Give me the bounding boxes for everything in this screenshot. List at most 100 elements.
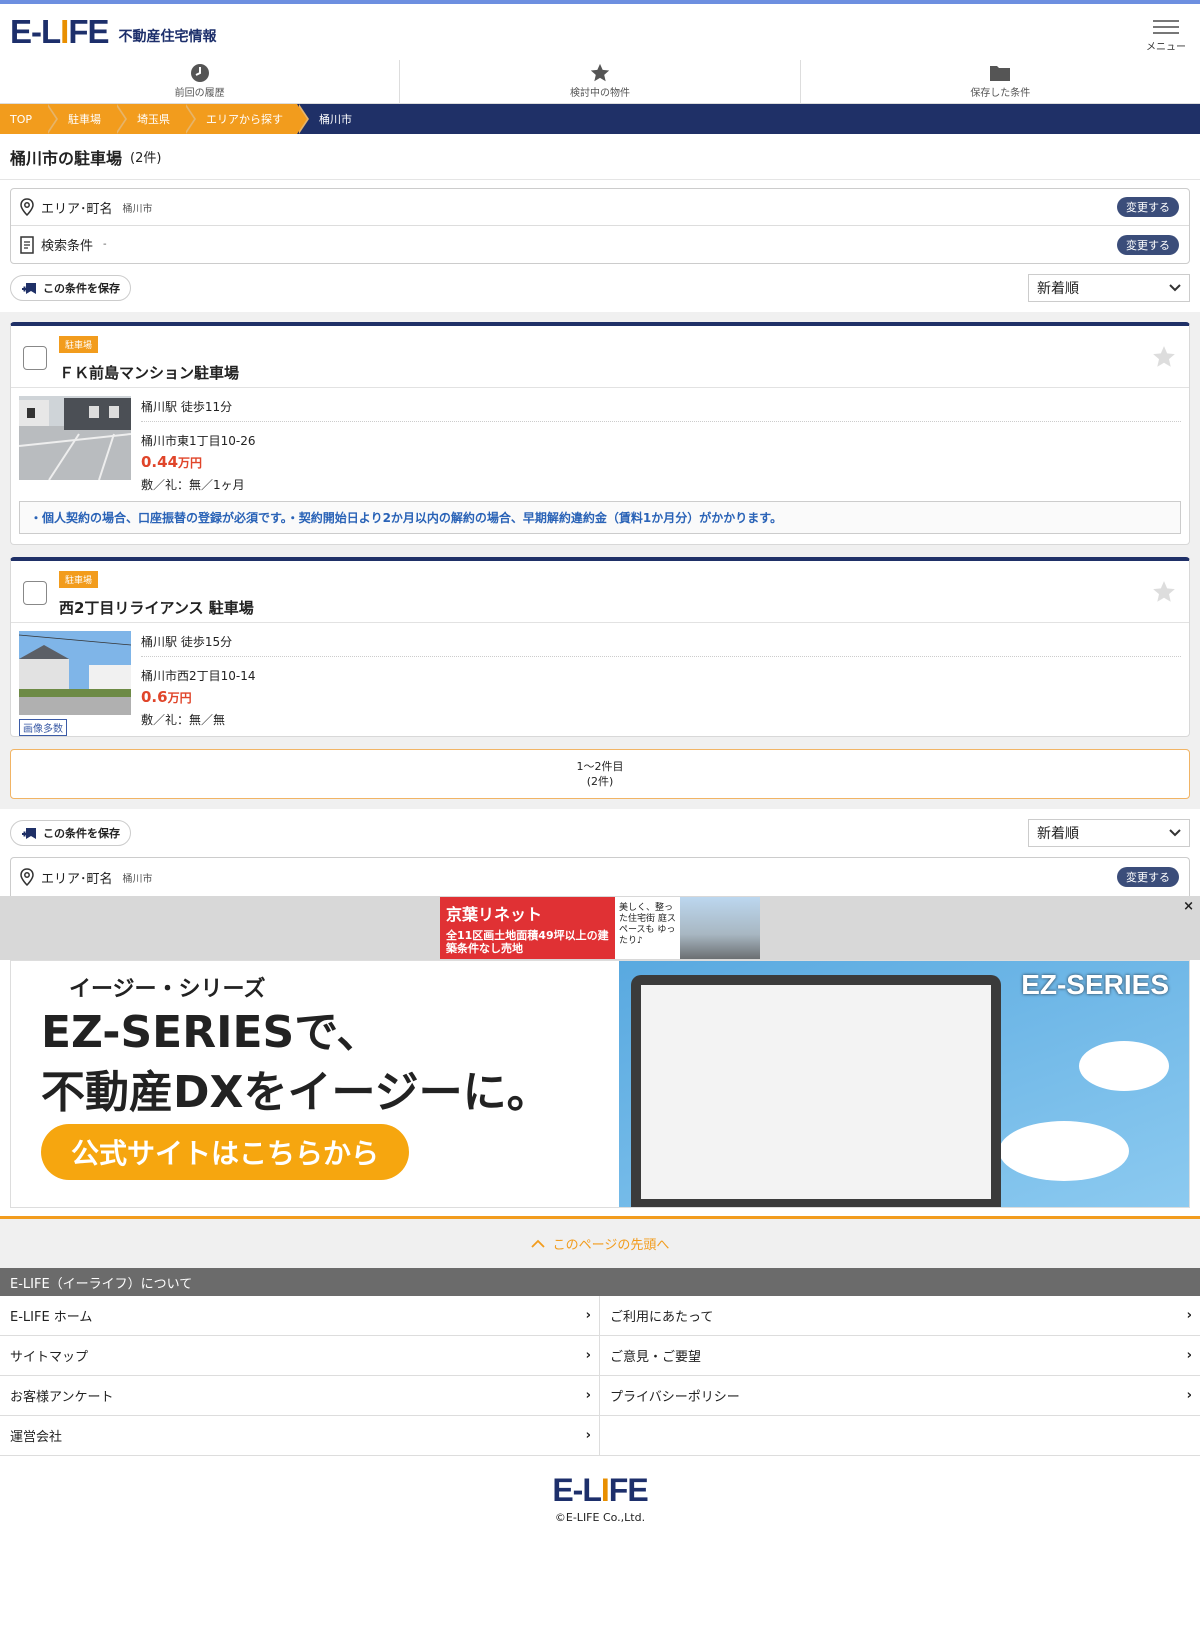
listing-photo[interactable] [19,631,131,715]
save-condition-button[interactable]: この条件を保存 [10,820,131,846]
quicknav-saved[interactable]: 保存した条件 [801,60,1200,103]
search-condition-label: 検索条件 [41,239,94,254]
sort-value: 新着順 [1037,826,1079,842]
listing-name[interactable]: 西2丁目リライアンス 駐車場 [59,597,254,618]
listing-header: 駐車場 ＦＫ前島マンション駐車場 [11,326,1189,388]
listing-name[interactable]: ＦＫ前島マンション駐車場 [59,362,239,383]
ez-banner-headline: EZ-SERIESで、 不動産DXをイージーに。 [41,1003,551,1123]
ad-side-text: 美しく、整った住宅街 庭スペースも ゆったり♪ [615,897,680,959]
chevron-right-icon: › [585,1428,591,1443]
link-privacy[interactable]: プライバシーポリシー › [600,1376,1200,1416]
link-label: プライバシーポリシー [610,1390,740,1405]
chevron-up-icon [530,1239,545,1248]
location-pin-icon [20,868,34,886]
area-condition-row: エリア･町名 桶川市 変更する [11,858,1189,896]
quicknav-label: 検討中の物件 [569,88,630,99]
area-label: エリア･町名 [41,871,113,887]
laptop-screen [641,985,991,1199]
link-terms[interactable]: ご利用にあたって › [600,1296,1200,1336]
link-survey[interactable]: お客様アンケート › [0,1376,600,1416]
toolbar-bottom: この条件を保存 新着順 [0,809,1200,857]
quicknav-history[interactable]: 前回の履歴 [0,60,401,103]
chevron-right-icon: › [585,1308,591,1323]
listing-photo[interactable] [19,396,131,480]
link-sitemap[interactable]: サイトマップ › [0,1336,600,1376]
site-logo[interactable]: E-LIFE 不動産住宅情報 [10,15,217,48]
listing-address: 桶川市西2丁目10-14 [141,669,256,683]
cloud-shape [999,1121,1129,1181]
listing-checkbox[interactable] [23,581,47,605]
listing-price: 0.44万円 [141,453,1181,471]
clock-icon [190,64,209,82]
results-area: 駐車場 ＦＫ前島マンション駐車場 桶川駅 徒歩11分 桶川市東1丁目10-26 … [0,312,1200,809]
sort-value: 新着順 [1037,281,1079,297]
pagination-total: (2件) [586,775,614,788]
ez-series-logo: EZ-SERIES [1021,969,1169,1000]
favorite-star-icon[interactable] [1151,579,1177,605]
ad-photo [680,897,760,959]
sort-select[interactable]: 新着順 [1028,274,1190,302]
deposit-key-money: 敷／礼：無／1ヶ月 [141,478,245,492]
link-label: 運営会社 [10,1430,63,1445]
ez-official-site-button[interactable]: 公式サイトはこちらから [41,1124,409,1180]
breadcrumb-top[interactable]: TOP [0,104,59,134]
ez-headline-line2: 不動産DXをイージーに。 [41,1067,551,1118]
change-area-button[interactable]: 変更する [1117,197,1179,217]
close-icon[interactable]: × [1183,899,1194,914]
ez-banner-sub: イージー・シリーズ [69,977,266,1002]
favorite-star-icon[interactable] [1151,344,1177,370]
save-pin-icon [22,283,36,294]
save-condition-button[interactable]: この条件を保存 [10,275,131,301]
footer-logo[interactable]: E-LIFE [0,1472,1200,1509]
copyright: ©E-LIFE Co.,Ltd. [554,1511,646,1524]
search-condition-value: - [103,239,107,250]
ez-series-banner[interactable]: EZ-SERIES イージー・シリーズ EZ-SERIESで、 不動産DXをイー… [10,960,1190,1208]
menu-label: メニュー [1146,42,1186,53]
search-condition-row: 検索条件 - 変更する [11,226,1189,263]
result-count: (2件) [130,151,162,166]
ez-headline-line1: EZ-SERIESで、 [41,1007,381,1058]
link-feedback[interactable]: ご意見・ご要望 › [600,1336,1200,1376]
back-to-top-label: このページの先頭へ [552,1238,670,1253]
quicknav-label: 保存した条件 [970,88,1031,99]
price-unit: 万円 [178,456,203,470]
location-pin-icon [20,198,34,216]
chevron-down-icon [1169,829,1181,837]
link-home[interactable]: E-LIFE ホーム › [0,1296,600,1336]
ad-title: 京葉リネット [446,905,543,924]
chevron-down-icon [1169,284,1181,292]
station-access: 桶川駅 徒歩11分 [141,398,1181,422]
toolbar-top: この条件を保存 新着順 [0,264,1200,312]
pagination-summary: 1〜2件目 (2件) [10,749,1190,799]
listing-card[interactable]: 駐車場 西2丁目リライアンス 駐車場 桶川駅 徒歩15分 桶川市西2丁目10-1… [10,557,1190,737]
listing-body: 桶川駅 徒歩11分 桶川市東1丁目10-26 0.44万円 敷／礼：無／1ヶ月 [11,388,1189,501]
listing-checkbox[interactable] [23,346,47,370]
menu-button[interactable]: メニュー [1144,16,1188,53]
star-icon [590,63,610,82]
back-to-top-link[interactable]: このページの先頭へ [0,1216,1200,1268]
site-name: 不動産住宅情報 [118,29,217,45]
quicknav-favorites[interactable]: 検討中の物件 [400,60,801,103]
listing-card[interactable]: 駐車場 ＦＫ前島マンション駐車場 桶川駅 徒歩11分 桶川市東1丁目10-26 … [10,322,1190,545]
breadcrumb-area-search[interactable]: エリアから探す [184,104,310,134]
sort-select[interactable]: 新着順 [1028,819,1190,847]
cloud-shape [1079,1041,1169,1091]
listing-header: 駐車場 西2丁目リライアンス 駐車場 [11,561,1189,623]
quicknav-label: 前回の履歴 [174,88,225,99]
listing-address: 桶川市東1丁目10-26 [141,434,256,448]
change-conditions-button[interactable]: 変更する [1117,234,1179,255]
change-area-button[interactable]: 変更する [1117,867,1179,887]
area-value: 桶川市 [122,873,153,885]
ad-banner[interactable]: 京葉リネット 全11区画土地面積49坪以上の建築条件なし売地 美しく、整った住宅… [440,897,760,959]
site-header: E-LIFE 不動産住宅情報 メニュー [0,4,1200,60]
breadcrumb: TOP 駐車場 埼玉県 エリアから探す 桶川市 [0,104,1200,134]
save-pin-icon [22,828,36,839]
ad-text: 全11区画土地面積49坪以上の建築条件なし売地 [446,929,609,955]
link-company[interactable]: 運営会社 › [0,1416,600,1456]
many-images-badge: 画像多数 [19,719,67,736]
link-label: お客様アンケート [10,1390,114,1405]
listing-info: 桶川駅 徒歩15分 桶川市西2丁目10-14 0.6万円 敷／礼：無／無 [141,631,1181,728]
listing-price: 0.6万円 [141,688,1181,706]
category-tag: 駐車場 [59,571,99,588]
link-label: ご利用にあたって [610,1310,714,1325]
